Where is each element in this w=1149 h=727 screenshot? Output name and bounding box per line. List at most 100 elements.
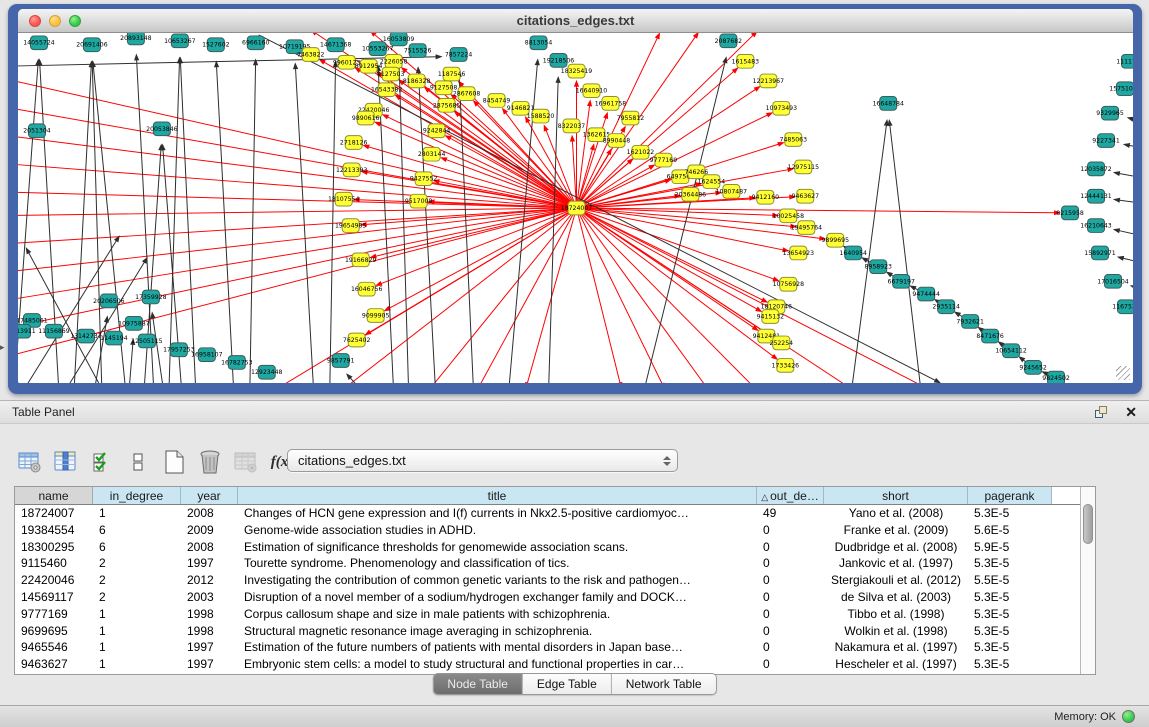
cell-short[interactable]: Nakamura et al. (1997) — [824, 639, 968, 656]
select-all-button[interactable] — [90, 449, 114, 475]
cell-short[interactable]: Franke et al. (2009) — [824, 522, 968, 539]
network-edge[interactable] — [643, 61, 725, 383]
cell-in_degree[interactable]: 2 — [93, 572, 181, 589]
cell-short[interactable]: Hescheler et al. (1997) — [824, 656, 968, 673]
cell-out_de[interactable]: 0 — [757, 522, 824, 539]
network-edge[interactable] — [1118, 200, 1133, 206]
column-header-name[interactable]: name — [15, 487, 93, 504]
window-titlebar[interactable]: citations_edges.txt — [18, 9, 1133, 33]
cell-title[interactable]: Corpus callosum shape and size in male p… — [238, 606, 757, 623]
cell-year[interactable]: 1997 — [181, 656, 238, 673]
cell-pagerank[interactable]: 5.3E-5 — [968, 639, 1052, 656]
cell-out_de[interactable]: 0 — [757, 539, 824, 556]
column-header-in_degree[interactable]: in_degree — [93, 487, 181, 504]
cell-in_degree[interactable]: 1 — [93, 656, 181, 673]
new-column-button[interactable] — [162, 449, 186, 475]
network-edge[interactable] — [18, 208, 576, 302]
cell-out_de[interactable]: 0 — [757, 572, 824, 589]
cell-title[interactable]: Investigating the contribution of common… — [238, 572, 757, 589]
cell-name[interactable]: 9115460 — [15, 555, 93, 572]
network-edge[interactable] — [576, 37, 657, 208]
cell-year[interactable]: 1998 — [181, 606, 238, 623]
cell-pagerank[interactable]: 5.3E-5 — [968, 589, 1052, 606]
network-edge[interactable] — [344, 208, 577, 383]
network-edge[interactable] — [18, 163, 576, 208]
cell-in_degree[interactable]: 2 — [93, 555, 181, 572]
network-edge[interactable] — [890, 124, 921, 383]
cell-year[interactable]: 1997 — [181, 555, 238, 572]
cell-year[interactable]: 1998 — [181, 623, 238, 640]
cell-out_de[interactable]: 0 — [757, 606, 824, 623]
cell-pagerank[interactable]: 5.5E-5 — [968, 572, 1052, 589]
cell-pagerank[interactable]: 5.3E-5 — [968, 656, 1052, 673]
table-row[interactable]: 977716911998Corpus callosum shape and si… — [15, 606, 1080, 623]
cell-title[interactable]: Estimation of the future numbers of pati… — [238, 639, 757, 656]
float-panel-icon[interactable] — [1095, 406, 1109, 419]
cell-year[interactable]: 2003 — [181, 589, 238, 606]
network-edge[interactable] — [180, 61, 195, 383]
cell-name[interactable]: 18300295 — [15, 539, 93, 556]
cell-short[interactable]: Wolkin et al. (1998) — [824, 623, 968, 640]
cell-pagerank[interactable]: 5.6E-5 — [968, 522, 1052, 539]
cell-pagerank[interactable]: 5.9E-5 — [968, 539, 1052, 556]
network-edge[interactable] — [216, 65, 233, 383]
network-canvas[interactable]: 1872400714055724206914062089314810653267… — [18, 33, 1133, 383]
table-row[interactable]: 1456911722003Disruption of a novel membe… — [15, 589, 1080, 606]
table-row[interactable]: 1872400712008Changes of HCN gene express… — [15, 505, 1080, 522]
network-edge[interactable] — [369, 208, 577, 333]
table-settings-button[interactable] — [18, 449, 42, 475]
table-row[interactable]: 946362711997Embryonic stem cells: a mode… — [15, 656, 1080, 673]
table-row[interactable]: 1830029562008Estimation of significance … — [15, 539, 1080, 556]
select-column-button[interactable] — [54, 449, 78, 475]
scrollbar-thumb[interactable] — [1083, 504, 1093, 544]
column-header-pagerank[interactable]: pagerank — [968, 487, 1052, 504]
cell-name[interactable]: 9777169 — [15, 606, 93, 623]
cell-title[interactable]: Disruption of a novel member of a sodium… — [238, 589, 757, 606]
cell-title[interactable]: Changes of HCN gene expression and I(f) … — [238, 505, 757, 522]
cell-in_degree[interactable]: 1 — [93, 606, 181, 623]
cell-year[interactable]: 2008 — [181, 505, 238, 522]
cell-short[interactable]: Dudbridge et al. (2008) — [824, 539, 968, 556]
cell-name[interactable]: 14569117 — [15, 589, 93, 606]
cell-title[interactable]: Embryonic stem cells: a model to study s… — [238, 656, 757, 673]
network-edge[interactable] — [1118, 230, 1133, 240]
cell-out_de[interactable]: 0 — [757, 589, 824, 606]
network-edge[interactable] — [1118, 173, 1133, 181]
table-row[interactable]: 946554611997Estimation of the future num… — [15, 639, 1080, 656]
table-row[interactable]: 2242004622012Investigating the contribut… — [15, 572, 1080, 589]
cell-out_de[interactable]: 0 — [757, 555, 824, 572]
cell-in_degree[interactable]: 2 — [93, 589, 181, 606]
cell-name[interactable]: 19384554 — [15, 522, 93, 539]
cell-pagerank[interactable]: 5.3E-5 — [968, 505, 1052, 522]
cell-title[interactable]: Estimation of significance thresholds fo… — [238, 539, 757, 556]
cell-name[interactable]: 9463627 — [15, 656, 93, 673]
column-header-title[interactable]: title — [238, 487, 757, 504]
cell-name[interactable]: 9465546 — [15, 639, 93, 656]
column-header-out_de[interactable]: △out_de… — [757, 487, 824, 504]
cell-in_degree[interactable]: 6 — [93, 539, 181, 556]
cell-in_degree[interactable]: 1 — [93, 639, 181, 656]
network-edge[interactable] — [576, 208, 620, 383]
cell-year[interactable]: 2012 — [181, 572, 238, 589]
cell-title[interactable]: Genome-wide association studies in ADHD. — [238, 522, 757, 539]
network-edge[interactable] — [576, 208, 705, 383]
cell-name[interactable]: 22420046 — [15, 572, 93, 589]
tab-node-table[interactable]: Node Table — [433, 674, 523, 694]
network-edge[interactable] — [250, 63, 256, 383]
cell-year[interactable]: 1997 — [181, 639, 238, 656]
network-edge[interactable] — [576, 208, 754, 383]
unselect-rows-button[interactable] — [126, 449, 150, 475]
cell-out_de[interactable]: 0 — [757, 623, 824, 640]
table-row[interactable]: 1938455462009Genome-wide association stu… — [15, 522, 1080, 539]
network-edge[interactable] — [1122, 258, 1133, 268]
window-resize-grip[interactable] — [1116, 366, 1130, 380]
table-vertical-scrollbar[interactable] — [1080, 487, 1095, 674]
delete-table-button-disabled[interactable] — [234, 449, 258, 475]
network-edge[interactable] — [169, 61, 180, 383]
cell-pagerank[interactable]: 5.3E-5 — [968, 555, 1052, 572]
table-row[interactable]: 969969511998Structural magnetic resonanc… — [15, 623, 1080, 640]
delete-column-button[interactable] — [198, 449, 222, 475]
cell-title[interactable]: Tourette syndrome. Phenomenology and cla… — [238, 555, 757, 572]
cell-short[interactable]: Jankovic et al. (1997) — [824, 555, 968, 572]
network-edge[interactable] — [129, 343, 133, 383]
